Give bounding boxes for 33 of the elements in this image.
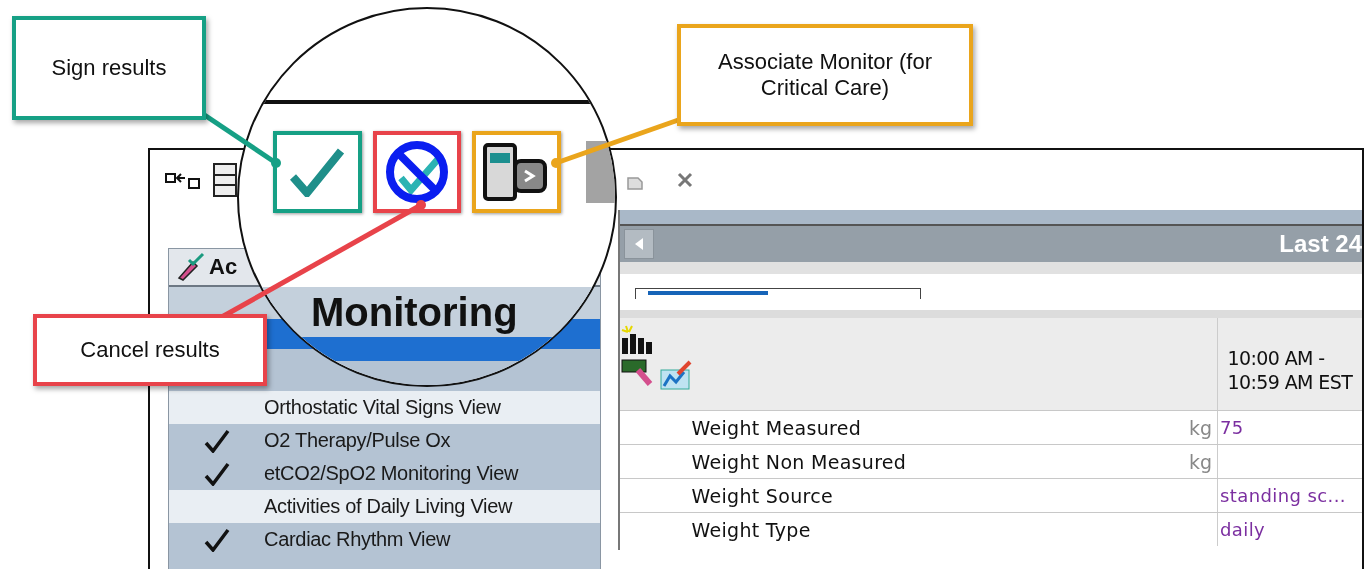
result-label: Weight Non Measured	[691, 450, 908, 473]
result-value: daily	[1219, 519, 1266, 540]
time-range-label: Last 24	[1279, 230, 1362, 258]
checkmark-icon	[203, 461, 230, 486]
panel-title: Ac	[209, 254, 238, 280]
checkmark-icon	[203, 428, 230, 453]
result-label: Weight Measured	[691, 416, 863, 439]
pencil-check-icon	[175, 252, 205, 282]
toolbar-tool-button[interactable]	[472, 131, 561, 213]
disabled-tool-block	[585, 141, 615, 203]
magnified-heading: Monitoring	[311, 289, 518, 335]
close-icon[interactable]	[676, 171, 694, 189]
toolbar-tool-button[interactable]	[372, 131, 462, 213]
view-row[interactable]: Orthostatic Vital Signs View	[169, 391, 600, 424]
callout-label: Cancel results	[33, 314, 267, 386]
column-header: 10:00 AM - 10:59 AM EST	[1226, 346, 1354, 394]
result-label: Weight Source	[691, 484, 834, 507]
result-value: standing sc...	[1219, 485, 1346, 506]
checkmark-icon	[289, 147, 346, 197]
result-label: Weight Type	[691, 518, 812, 541]
result-value: 75	[1219, 417, 1244, 438]
tab-outline[interactable]	[634, 288, 921, 299]
grid-arrow-icon[interactable]	[165, 171, 201, 189]
unit-label: kg	[1189, 450, 1213, 473]
chart-edit-icon[interactable]	[659, 360, 694, 390]
previous-button[interactable]	[623, 229, 654, 259]
callout-label: Sign results	[12, 16, 206, 120]
unit-label: kg	[1189, 416, 1213, 439]
left-triangle-icon	[633, 237, 644, 251]
checkmark-icon	[203, 527, 230, 552]
view-row[interactable]: Activities of Daily Living View	[169, 490, 600, 523]
callout-label: Associate Monitor (for Critical Care)	[677, 24, 973, 126]
table-icon[interactable]	[213, 163, 237, 197]
